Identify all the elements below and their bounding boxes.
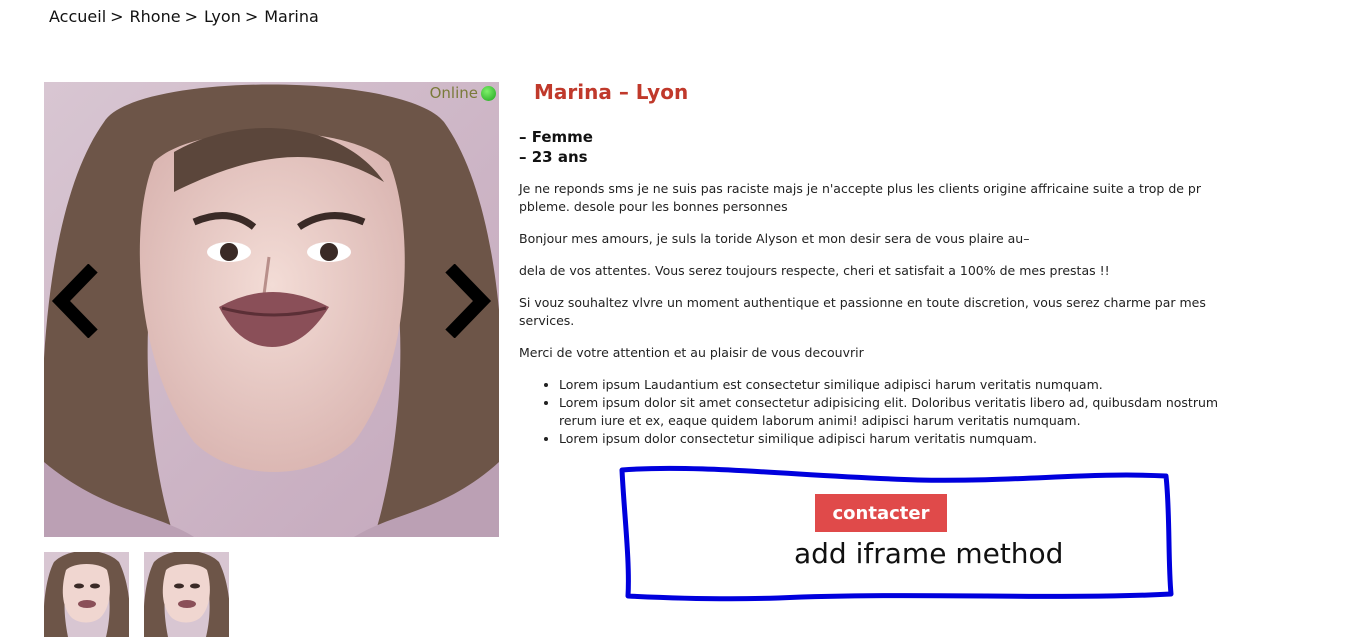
profile-age: – 23 ans [519,148,588,166]
chevron-left-icon [51,263,98,339]
breadcrumb-home[interactable]: Accueil [49,7,106,26]
breadcrumb-separator: > [110,7,124,26]
description-paragraph: Je ne reponds sms je ne suis pas raciste… [519,181,1202,214]
description-paragraph: Bonjour mes amours, je suls la toride Al… [519,231,1030,246]
list-item: Lorem ipsum dolor consectetur similique … [559,430,1219,448]
online-status-label: Online [429,84,478,102]
main-photo: Online [44,82,499,537]
annotation-box [619,465,1174,602]
thumbnail-2[interactable] [144,552,229,637]
breadcrumb-city[interactable]: Lyon [204,7,241,26]
description-paragraph: dela de vos attentes. Vous serez toujour… [519,263,1110,278]
breadcrumb-separator: > [184,7,198,26]
breadcrumb-current: Marina [264,7,319,26]
carousel-next-button[interactable] [442,263,492,339]
thumbnail-1[interactable] [44,552,129,637]
annotation-note: add iframe method [794,537,1064,570]
breadcrumb: Accueil > Rhone > Lyon > Marina [49,7,319,26]
breadcrumb-region[interactable]: Rhone [130,7,181,26]
profile-photo-image [44,82,499,537]
contact-button[interactable]: contacter [815,494,947,532]
breadcrumb-separator: > [244,7,259,26]
profile-facts: – Femme – 23 ans [519,127,593,167]
carousel-prev-button[interactable] [51,263,101,339]
thumbnail-image [44,552,129,637]
online-status: Online [430,84,496,102]
profile-title: Marina – Lyon [534,80,689,104]
list-item: Lorem ipsum dolor sit amet consectetur a… [559,394,1219,430]
description-paragraph: Merci de votre attention et au plaisir d… [519,345,864,360]
list-item: Lorem ipsum Laudantium est consectetur s… [559,376,1219,394]
online-dot-icon [481,85,496,101]
profile-gender: – Femme [519,128,593,146]
description-paragraph: Si vouz souhaltez vlvre un moment authen… [519,295,1206,328]
chevron-right-icon [445,263,492,339]
profile-description: Je ne reponds sms je ne suis pas raciste… [519,180,1219,448]
feature-list: Lorem ipsum Laudantium est consectetur s… [519,376,1219,448]
thumbnail-image [144,552,229,637]
